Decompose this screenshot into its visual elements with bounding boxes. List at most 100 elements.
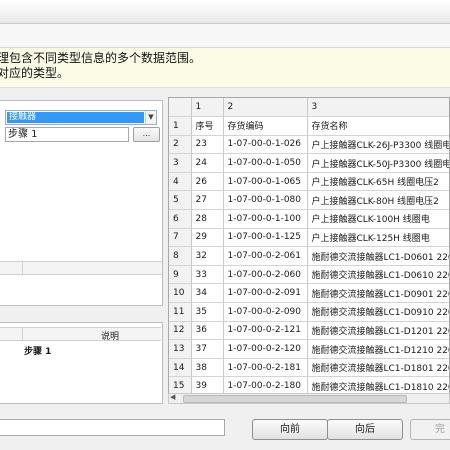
step-list-header: 说明 — [0, 327, 161, 342]
dialog-subtitle-bar — [0, 24, 450, 48]
corner-cell[interactable] — [169, 98, 192, 118]
table-cell[interactable]: 1-07-00-0-2-181 — [223, 358, 308, 378]
header-divider — [22, 262, 23, 274]
table-cell[interactable]: 1-07-00-0-1-100 — [223, 209, 308, 229]
table-row[interactable]: 10 34 1-07-00-0-2-091 施耐德交流接触器LC1-D0901 220 — [169, 283, 449, 304]
step-input[interactable]: 步骤 1 — [5, 127, 129, 142]
row-header[interactable]: 8 — [169, 246, 192, 266]
table-row[interactable]: 5 27 1-07-00-0-1-080 户上接触器CLK-80H 线圈电压2 — [169, 190, 449, 211]
table-row[interactable]: 8 32 1-07-00-0-2-061 施耐德交流接触器LC1-D0601 220 — [169, 246, 449, 266]
table-cell[interactable]: 1-07-00-0-1-125 — [223, 228, 308, 248]
column-header-description: 说明 — [100, 332, 119, 342]
next-button[interactable]: 向后 — [327, 419, 403, 440]
table-cell[interactable]: 1-07-00-0-1-050 — [223, 153, 308, 173]
row-header[interactable]: 11 — [169, 302, 192, 322]
table-cell[interactable]: 1-07-00-0-2-090 — [223, 302, 308, 322]
row-header[interactable]: 13 — [169, 339, 192, 359]
table-cell[interactable]: 27 — [191, 190, 224, 211]
table-cell[interactable]: 1-07-00-0-2-120 — [223, 339, 308, 359]
table-cell[interactable]: 29 — [191, 228, 224, 248]
table-cell[interactable]: 23 — [191, 135, 224, 155]
table-cell[interactable]: 存货编码 — [223, 116, 308, 136]
row-header[interactable]: 7 — [169, 228, 192, 248]
table-cell[interactable]: 32 — [191, 246, 224, 266]
row-header[interactable]: 3 — [169, 153, 192, 173]
status-field — [0, 419, 225, 436]
table-cell[interactable]: 户上接触器CLK-80H 线圈电压2 — [307, 190, 449, 211]
table-cell[interactable]: 1-07-00-0-1-065 — [223, 172, 308, 192]
table-row[interactable]: 4 26 1-07-00-0-1-065 户上接触器CLK-65H 线圈电压2 — [169, 172, 449, 192]
table-cell[interactable]: 33 — [191, 265, 224, 285]
scroll-left-icon[interactable]: ◀ — [170, 393, 175, 401]
table-cell[interactable]: 24 — [191, 153, 224, 173]
table-cell[interactable]: 施耐德交流接触器LC1-D0910 220 — [307, 302, 449, 322]
table-cell[interactable]: 存货名称 — [307, 116, 449, 136]
table-row[interactable]: 6 28 1-07-00-0-1-100 户上接触器CLK-100H 线圈电 — [169, 209, 449, 229]
row-header[interactable]: 1 — [169, 116, 192, 136]
browse-button[interactable]: ... — [133, 127, 160, 142]
row-header[interactable]: 4 — [169, 172, 192, 192]
header-divider — [22, 328, 23, 340]
table-row[interactable]: 12 36 1-07-00-0-2-121 施耐德交流接触器LC1-D1201 220 — [169, 321, 449, 341]
chevron-down-icon[interactable]: ▼ — [145, 111, 156, 124]
type-select-value: 接触器 — [7, 112, 144, 123]
range-list-header — [0, 261, 162, 275]
hint-line-1: 理包含不同类型信息的多个数据范围。 — [0, 51, 202, 65]
table-cell[interactable]: 施耐德交流接触器LC1-D1801 220 — [307, 358, 449, 378]
column-header[interactable]: 3 — [307, 98, 449, 118]
table-cell[interactable]: 1-07-00-0-2-091 — [223, 283, 308, 304]
table-cell[interactable]: 户上接触器CLK-50J-P3300 线圈电 — [307, 153, 449, 173]
finish-button[interactable]: 完 — [410, 419, 450, 440]
row-header[interactable]: 5 — [169, 190, 192, 211]
step-list-item[interactable]: 步骤 1 — [24, 344, 51, 357]
table-cell[interactable]: 37 — [191, 339, 224, 359]
table-cell[interactable]: 户上接触器CLK-125H 线圈电 — [307, 228, 449, 248]
previous-button[interactable]: 向前 — [252, 419, 328, 440]
row-header[interactable]: 6 — [169, 209, 192, 229]
table-cell[interactable]: 序号 — [191, 116, 224, 136]
column-header[interactable]: 1 — [191, 98, 224, 118]
table-row[interactable]: 3 24 1-07-00-0-1-050 户上接触器CLK-50J-P3300 线圈电 — [169, 153, 449, 173]
row-header[interactable]: 14 — [169, 358, 192, 378]
row-header[interactable]: 9 — [169, 265, 192, 285]
scrollbar-thumb[interactable] — [183, 395, 407, 403]
row-header[interactable]: 12 — [169, 321, 192, 341]
hint-panel: 理包含不同类型信息的多个数据范围。 对应的类型。 — [0, 48, 450, 88]
window-titlebar — [0, 0, 450, 24]
table-row[interactable]: 14 38 1-07-00-0-2-181 施耐德交流接触器LC1-D1801 220 — [169, 358, 449, 378]
step-list-panel: 说明 步骤 1 — [0, 322, 163, 404]
table-cell[interactable]: 36 — [191, 321, 224, 341]
table-cell[interactable]: 1-07-00-0-2-061 — [223, 246, 308, 266]
table-row[interactable]: 1 序号 存货编码 存货名称 — [169, 116, 449, 136]
column-header[interactable]: 2 — [223, 98, 308, 118]
table-cell[interactable]: 1-07-00-0-1-080 — [223, 190, 308, 211]
table-cell[interactable]: 施耐德交流接触器LC1-D0901 220 — [307, 283, 449, 304]
table-cell[interactable]: 施耐德交流接触器LC1-D0601 220 — [307, 246, 449, 266]
table-cell[interactable]: 35 — [191, 302, 224, 322]
table-cell[interactable]: 26 — [191, 172, 224, 192]
table-cell[interactable]: 户上接触器CLK-26J-P3300 线圈电 — [307, 135, 449, 155]
hint-line-2: 对应的类型。 — [0, 66, 70, 80]
row-header[interactable]: 2 — [169, 135, 192, 155]
table-cell[interactable]: 1-07-00-0-1-026 — [223, 135, 308, 155]
table-cell[interactable]: 施耐德交流接触器LC1-D0610 220 — [307, 265, 449, 285]
table-cell[interactable]: 户上接触器CLK-100H 线圈电 — [307, 209, 449, 229]
table-cell[interactable]: 施耐德交流接触器LC1-D1201 220 — [307, 321, 449, 341]
table-row[interactable]: 13 37 1-07-00-0-2-120 施耐德交流接触器LC1-D1210 220 — [169, 339, 449, 359]
data-grid[interactable]: 1 2 3 1 序号 存货编码 存货名称 2 23 1-07-00-0-1-026 户上接触器… — [168, 97, 450, 403]
table-row[interactable]: 7 29 1-07-00-0-1-125 户上接触器CLK-125H 线圈电 — [169, 228, 449, 248]
table-cell[interactable]: 1-07-00-0-2-060 — [223, 265, 308, 285]
type-select[interactable]: 接触器 ▼ — [5, 110, 157, 125]
grid-header-row: 1 2 3 — [169, 98, 449, 118]
table-cell[interactable]: 户上接触器CLK-65H 线圈电压2 — [307, 172, 449, 192]
table-cell[interactable]: 1-07-00-0-2-121 — [223, 321, 308, 341]
table-row[interactable]: 9 33 1-07-00-0-2-060 施耐德交流接触器LC1-D0610 220 — [169, 265, 449, 285]
horizontal-scrollbar[interactable]: ◀ — [168, 393, 450, 404]
table-cell[interactable]: 施耐德交流接触器LC1-D1210 220 — [307, 339, 449, 359]
table-cell[interactable]: 38 — [191, 358, 224, 378]
table-row[interactable]: 11 35 1-07-00-0-2-090 施耐德交流接触器LC1-D0910 220 — [169, 302, 449, 322]
table-row[interactable]: 2 23 1-07-00-0-1-026 户上接触器CLK-26J-P3300 线圈电 — [169, 135, 449, 155]
table-cell[interactable]: 28 — [191, 209, 224, 229]
table-cell[interactable]: 34 — [191, 283, 224, 304]
row-header[interactable]: 10 — [169, 283, 192, 304]
